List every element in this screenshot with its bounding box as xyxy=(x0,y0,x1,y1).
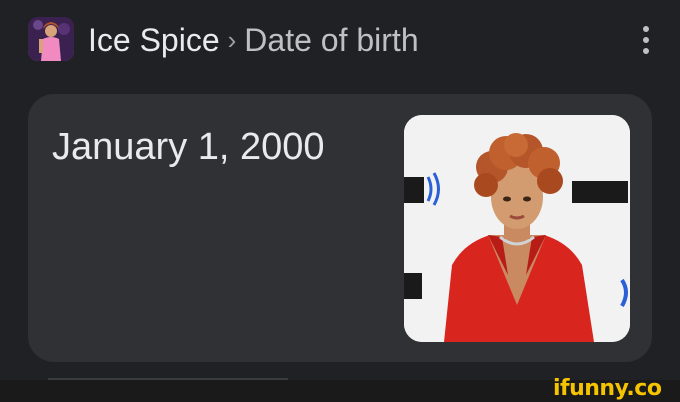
chevron-right-icon: › xyxy=(227,24,237,55)
more-vert-icon[interactable] xyxy=(634,22,658,58)
answer-value: January 1, 2000 xyxy=(52,126,325,168)
watermark-logo: ifunny.co xyxy=(553,376,662,401)
portrait-image-icon xyxy=(404,115,630,342)
avatar[interactable] xyxy=(28,17,74,61)
person-thumbnail-icon xyxy=(28,17,74,61)
attribute-name: Date of birth xyxy=(244,21,419,58)
breadcrumb: Ice Spice › Date of birth xyxy=(88,18,419,62)
header: Ice Spice › Date of birth xyxy=(0,0,680,82)
entity-name[interactable]: Ice Spice xyxy=(88,22,220,59)
entity-photo[interactable] xyxy=(404,115,630,342)
